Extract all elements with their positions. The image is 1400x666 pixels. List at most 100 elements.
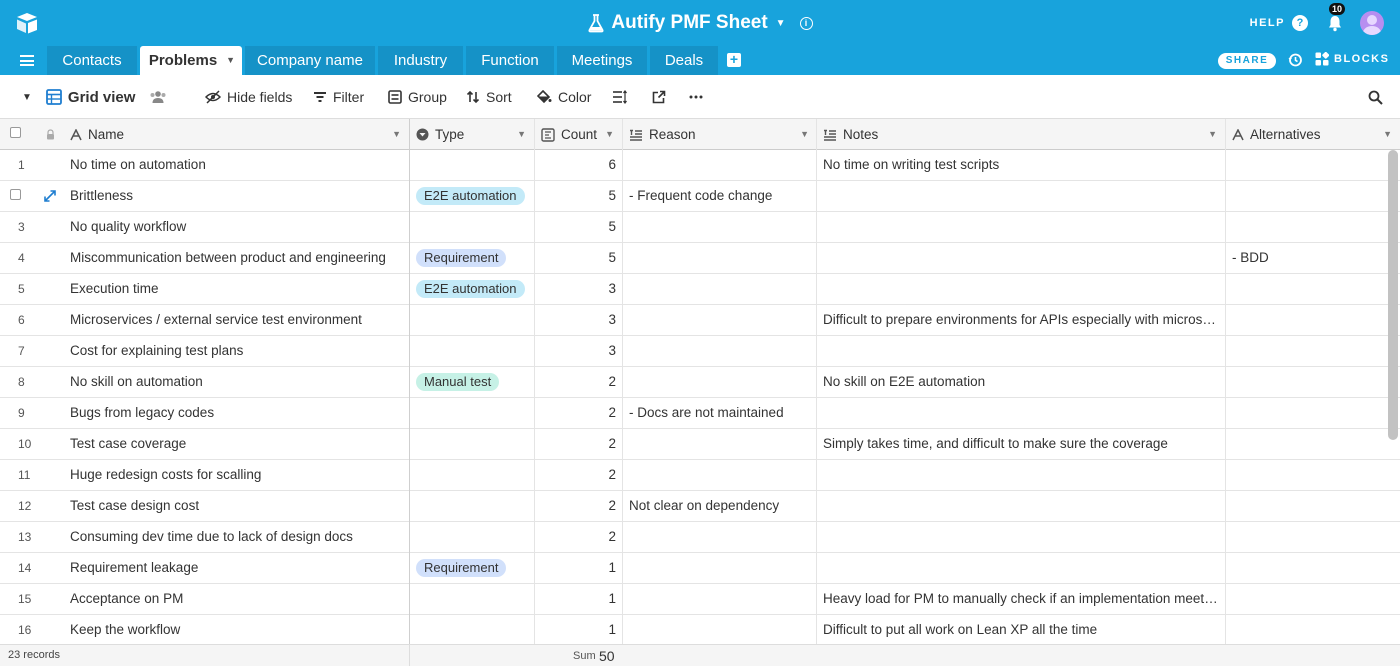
- cell-alternatives[interactable]: [1226, 429, 1386, 460]
- help-label[interactable]: HELP: [1250, 17, 1285, 29]
- cell-notes[interactable]: [817, 522, 1225, 553]
- cell-alternatives[interactable]: - BDD: [1226, 243, 1386, 274]
- cell-notes[interactable]: No time on writing test scripts: [817, 150, 1225, 181]
- cell-reason[interactable]: [623, 243, 816, 274]
- share-button[interactable]: SHARE: [1218, 53, 1276, 69]
- table-row[interactable]: 5 Execution time E2E automation 3: [0, 274, 1400, 305]
- cell-reason[interactable]: [623, 336, 816, 367]
- cell-type[interactable]: [410, 615, 534, 644]
- column-header-reason[interactable]: Reason ▼: [623, 119, 817, 150]
- cell-count[interactable]: 3: [535, 274, 622, 305]
- cell-alternatives[interactable]: [1226, 181, 1386, 212]
- cell-reason[interactable]: - Docs are not maintained: [623, 398, 816, 429]
- table-row[interactable]: 15 Acceptance on PM 1 Heavy load for PM to …: [0, 584, 1400, 615]
- cell-type[interactable]: [410, 212, 534, 243]
- table-row[interactable]: 8 No skill on automation Manual test 2 No sk…: [0, 367, 1400, 398]
- cell-count[interactable]: 3: [535, 305, 622, 336]
- history-icon[interactable]: [1287, 52, 1303, 68]
- cell-notes[interactable]: Difficult to prepare environments for AP…: [817, 305, 1225, 336]
- cell-alternatives[interactable]: [1226, 522, 1386, 553]
- cell-type[interactable]: [410, 584, 534, 615]
- cell-alternatives[interactable]: [1226, 274, 1386, 305]
- cell-reason[interactable]: Not clear on dependency: [623, 491, 816, 522]
- cell-count[interactable]: 6: [535, 150, 622, 181]
- table-row[interactable]: 13 Consuming dev time due to lack of desi…: [0, 522, 1400, 553]
- cell-notes[interactable]: [817, 398, 1225, 429]
- tab-problems[interactable]: Problems ▼: [140, 46, 242, 75]
- cell-name[interactable]: Requirement leakage: [64, 553, 409, 584]
- cell-alternatives[interactable]: [1226, 367, 1386, 398]
- more-options-button[interactable]: [689, 88, 703, 106]
- cell-type[interactable]: [410, 491, 534, 522]
- cell-count[interactable]: 1: [535, 615, 622, 644]
- chevron-down-icon[interactable]: ▼: [800, 119, 809, 149]
- table-row[interactable]: 4 Miscommunication between product and en…: [0, 243, 1400, 274]
- table-row[interactable]: Brittleness E2E automation 5- Frequent cod…: [0, 181, 1400, 212]
- select-all-checkbox[interactable]: [10, 127, 21, 138]
- tab-meetings[interactable]: Meetings: [557, 46, 647, 75]
- cell-reason[interactable]: [623, 429, 816, 460]
- cell-count[interactable]: 2: [535, 522, 622, 553]
- cell-type[interactable]: Manual test: [410, 367, 534, 398]
- cell-count[interactable]: 2: [535, 491, 622, 522]
- cell-alternatives[interactable]: [1226, 212, 1386, 243]
- table-row[interactable]: 6 Microservices / external service test e…: [0, 305, 1400, 336]
- row-checkbox[interactable]: [10, 189, 21, 200]
- cell-name[interactable]: Execution time: [64, 274, 409, 305]
- table-row[interactable]: 16 Keep the workflow 1 Difficult to put all…: [0, 615, 1400, 644]
- cell-type[interactable]: [410, 429, 534, 460]
- cell-count[interactable]: 5: [535, 212, 622, 243]
- cell-name[interactable]: No time on automation: [64, 150, 409, 181]
- cell-name[interactable]: Miscommunication between product and eng…: [64, 243, 409, 274]
- cell-notes[interactable]: No skill on E2E automation: [817, 367, 1225, 398]
- table-row[interactable]: 9 Bugs from legacy codes 2- Docs are not m…: [0, 398, 1400, 429]
- cell-name[interactable]: Huge redesign costs for scalling: [64, 460, 409, 491]
- cell-alternatives[interactable]: [1226, 584, 1386, 615]
- cell-reason[interactable]: [623, 367, 816, 398]
- cell-type[interactable]: E2E automation: [410, 274, 534, 305]
- sum-label[interactable]: Sum: [573, 650, 596, 662]
- cell-type[interactable]: [410, 398, 534, 429]
- notifications-button[interactable]: 10: [1326, 3, 1346, 32]
- hide-fields-button[interactable]: Hide fields: [205, 88, 292, 106]
- cell-reason[interactable]: [623, 584, 816, 615]
- cell-notes[interactable]: [817, 274, 1225, 305]
- cell-reason[interactable]: [623, 460, 816, 491]
- cell-reason[interactable]: - Frequent code change: [623, 181, 816, 212]
- chevron-down-icon[interactable]: ▼: [1208, 119, 1217, 149]
- tab-contacts[interactable]: Contacts: [47, 46, 137, 75]
- chevron-down-icon[interactable]: ▼: [392, 119, 401, 149]
- cell-name[interactable]: Cost for explaining test plans: [64, 336, 409, 367]
- cell-name[interactable]: Acceptance on PM: [64, 584, 409, 615]
- cell-name[interactable]: Keep the workflow: [64, 615, 409, 644]
- chevron-down-icon[interactable]: ▼: [776, 18, 786, 29]
- cell-reason[interactable]: [623, 522, 816, 553]
- cell-name[interactable]: Test case coverage: [64, 429, 409, 460]
- menu-icon[interactable]: [20, 55, 34, 66]
- sort-button[interactable]: Sort: [466, 88, 512, 106]
- cell-notes[interactable]: Difficult to put all work on Lean XP all…: [817, 615, 1225, 644]
- cell-count[interactable]: 3: [535, 336, 622, 367]
- column-header-name[interactable]: Name ▼: [64, 119, 409, 150]
- cell-name[interactable]: No skill on automation: [64, 367, 409, 398]
- cell-type[interactable]: [410, 150, 534, 181]
- view-switcher[interactable]: ▼ Grid view: [22, 88, 135, 106]
- cell-type[interactable]: [410, 336, 534, 367]
- avatar[interactable]: [1360, 11, 1384, 35]
- cell-type[interactable]: [410, 522, 534, 553]
- table-row[interactable]: 12 Test case design cost 2 Not clear on dep…: [0, 491, 1400, 522]
- cell-name[interactable]: Bugs from legacy codes: [64, 398, 409, 429]
- blocks-button[interactable]: BLOCKS: [1315, 52, 1389, 66]
- cell-alternatives[interactable]: [1226, 305, 1386, 336]
- cell-type[interactable]: [410, 305, 534, 336]
- table-row[interactable]: 1 No time on automation 6 No time on writin…: [0, 150, 1400, 181]
- cell-type[interactable]: E2E automation: [410, 181, 534, 212]
- cell-notes[interactable]: [817, 460, 1225, 491]
- table-row[interactable]: 11 Huge redesign costs for scalling 2: [0, 460, 1400, 491]
- cell-count[interactable]: 2: [535, 460, 622, 491]
- help-icon[interactable]: ?: [1292, 15, 1308, 31]
- cell-count[interactable]: 2: [535, 367, 622, 398]
- cell-reason[interactable]: [623, 150, 816, 181]
- cell-name[interactable]: Consuming dev time due to lack of design…: [64, 522, 409, 553]
- cell-notes[interactable]: [817, 212, 1225, 243]
